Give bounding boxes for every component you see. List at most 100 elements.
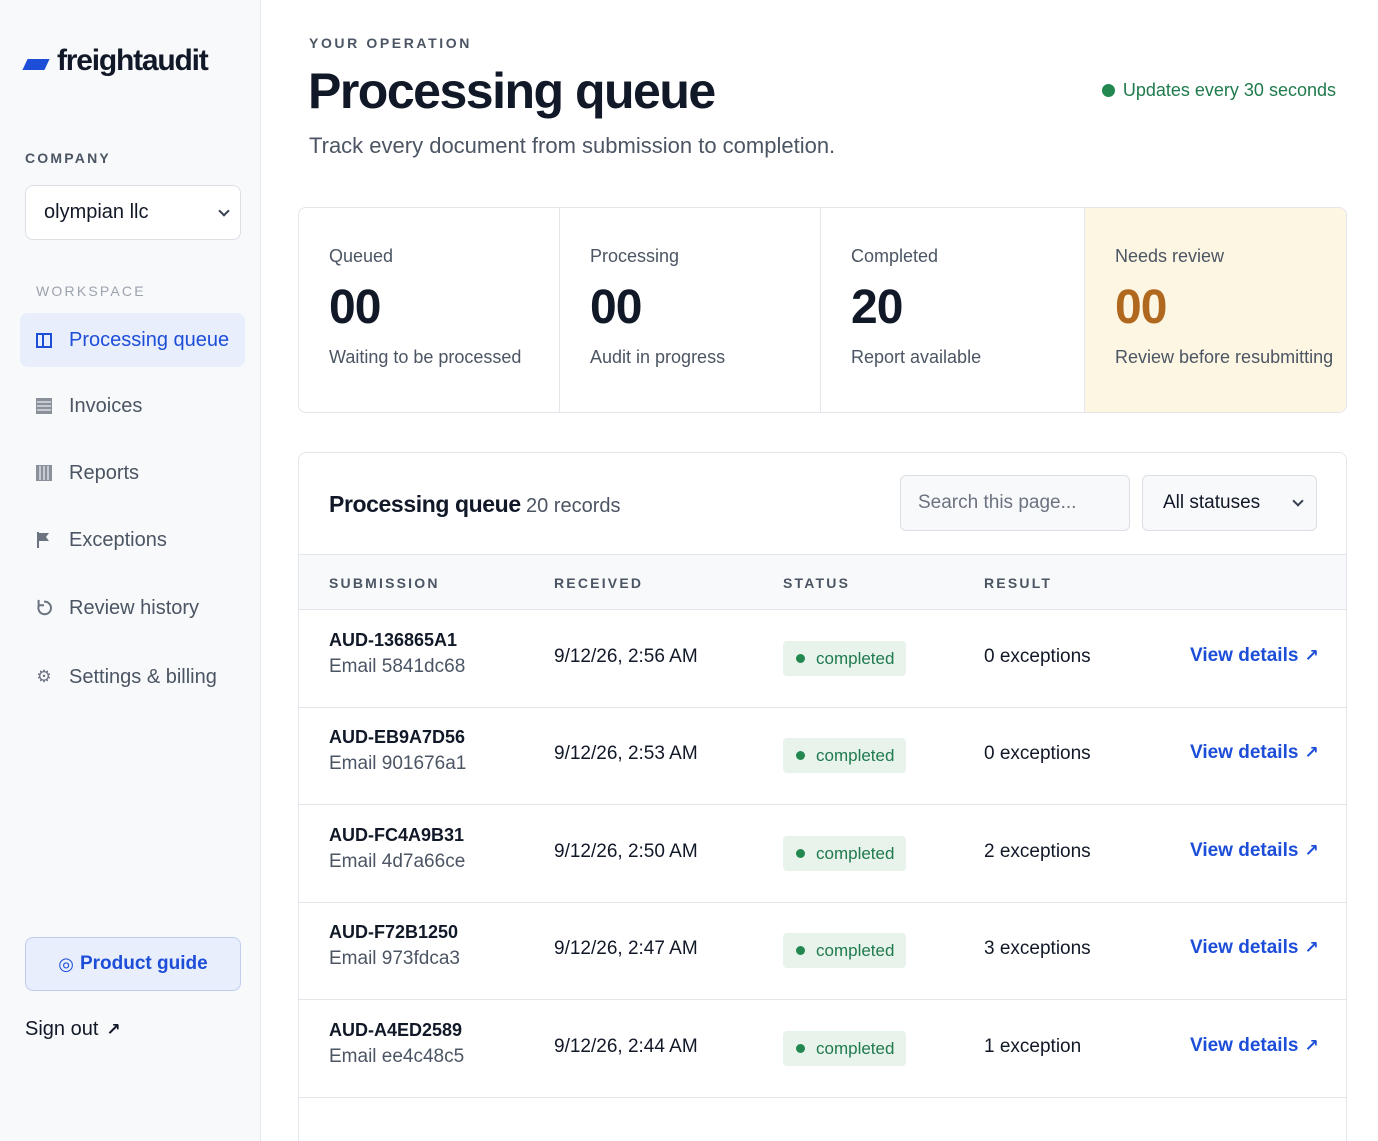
stat-value: 00 [1115, 281, 1167, 334]
stat-description: Review before resubmitting [1115, 347, 1334, 367]
external-arrow-icon: ↗ [106, 1019, 121, 1039]
status-badge: completed [783, 836, 907, 871]
page-title: Processing queue [308, 63, 716, 119]
sidebar-item-label: Processing queue [69, 328, 230, 351]
sign-out-label: Sign out [25, 1018, 99, 1040]
view-details-label: View details [1190, 1035, 1299, 1056]
external-arrow-icon: ↗ [1304, 841, 1319, 860]
live-status-dot-icon [1101, 84, 1115, 97]
page-subtitle: Track every document from submission to … [309, 133, 836, 158]
search-input[interactable] [900, 475, 1130, 531]
sidebar-item-label: Exceptions [69, 528, 167, 551]
status-dot-icon [796, 654, 805, 663]
status-dot-icon [796, 751, 805, 760]
submission-id: AUD-A4ED2589 [329, 1020, 463, 1040]
invoice-icon [35, 397, 53, 415]
sign-out-link[interactable]: Sign out ↗ [25, 1018, 121, 1041]
status-dot-icon [796, 946, 805, 955]
company-label: COMPANY [25, 150, 111, 166]
submission-source: Email 5841dc68 [329, 656, 466, 677]
company-select[interactable]: olympian llc [25, 185, 241, 240]
sidebar-item-processing-queue[interactable]: Processing queue [20, 313, 245, 367]
live-update-text: Updates every 30 seconds [1122, 80, 1336, 100]
sidebar: freightaudit COMPANY olympian llc WORKSP… [0, 0, 261, 1141]
logo-mark-icon [22, 58, 50, 70]
status-text: completed [816, 843, 895, 863]
sidebar-item-reports[interactable]: Reports [20, 446, 245, 500]
status-text: completed [816, 940, 895, 960]
view-details-label: View details [1190, 840, 1299, 861]
sidebar-item-invoices[interactable]: Invoices [20, 379, 245, 433]
status-filter-value: All statuses [1163, 492, 1261, 513]
stat-card-needs-review: Needs review 00 Review before resubmitti… [1085, 208, 1346, 412]
result-text: 0 exceptions [984, 743, 1091, 764]
chevron-down-icon [218, 204, 230, 217]
stat-label: Completed [851, 246, 939, 266]
submission-source: Email 901676a1 [329, 753, 467, 774]
external-arrow-icon: ↗ [1304, 646, 1319, 665]
product-guide-button[interactable]: ◎ Product guide [25, 937, 241, 991]
submission-cell: AUD-A4ED2589 Email ee4c48c5 [329, 1020, 464, 1068]
submission-source: Email 4d7a66ce [329, 851, 466, 872]
workspace-label: WORKSPACE [36, 283, 146, 299]
stat-label: Processing [590, 246, 680, 266]
submission-id: AUD-EB9A7D56 [329, 727, 466, 747]
view-details-link[interactable]: View details ↗ [1190, 840, 1319, 862]
table-row: AUD-F72B1250 Email 973fdca3 9/12/26, 2:47 … [299, 902, 1346, 1000]
stat-card-completed: Completed 20 Report available [821, 208, 1085, 412]
panel-icon [35, 331, 53, 349]
result-text: 0 exceptions [984, 646, 1091, 667]
status-text: completed [816, 1038, 895, 1058]
stat-card-processing: Processing 00 Audit in progress [560, 208, 821, 412]
submission-id: AUD-F72B1250 [329, 922, 459, 942]
view-details-link[interactable]: View details ↗ [1190, 937, 1319, 959]
sidebar-item-review-history[interactable]: Review history [20, 581, 245, 635]
sidebar-item-settings-billing[interactable]: ⚙ Settings & billing [20, 650, 245, 704]
queue-title: Processing queue [329, 491, 521, 517]
status-dot-icon [796, 1044, 805, 1053]
brand-logo[interactable]: freightaudit [22, 44, 209, 78]
received-time: 9/12/26, 2:47 AM [554, 938, 698, 959]
submission-source: Email 973fdca3 [329, 948, 460, 969]
stat-description: Report available [851, 347, 982, 367]
sidebar-item-exceptions[interactable]: Exceptions [20, 513, 245, 567]
submission-source: Email ee4c48c5 [329, 1046, 465, 1067]
status-filter-select[interactable]: All statuses [1142, 475, 1317, 531]
table-row: AUD-136865A1 Email 5841dc68 9/12/26, 2:56 … [299, 610, 1346, 708]
column-header-submission: SUBMISSION [329, 575, 440, 591]
sidebar-item-label: Settings & billing [69, 665, 217, 688]
column-header-result: RESULT [984, 575, 1053, 591]
view-details-label: View details [1190, 937, 1299, 958]
external-arrow-icon: ↗ [1304, 1036, 1319, 1055]
result-text: 1 exception [984, 1036, 1082, 1057]
sidebar-item-label: Reports [69, 461, 140, 484]
product-guide-label: Product guide [79, 953, 208, 974]
submission-id: AUD-136865A1 [329, 630, 458, 650]
received-time: 9/12/26, 2:50 AM [554, 841, 698, 862]
company-select-value: olympian llc [44, 201, 149, 223]
status-badge: completed [783, 738, 907, 773]
result-text: 3 exceptions [984, 938, 1091, 959]
view-details-link[interactable]: View details ↗ [1190, 645, 1319, 667]
stat-value: 00 [329, 281, 381, 334]
result-text: 2 exceptions [984, 841, 1091, 862]
submission-id: AUD-FC4A9B31 [329, 825, 465, 845]
brand-name: freightaudit [57, 44, 209, 77]
status-text: completed [816, 745, 895, 765]
status-badge: completed [783, 641, 907, 676]
stat-label: Queued [329, 246, 394, 266]
table-row: AUD-FC4A9B31 Email 4d7a66ce 9/12/26, 2:50 … [299, 805, 1346, 903]
stat-description: Audit in progress [590, 347, 726, 367]
sidebar-item-label: Invoices [69, 394, 143, 417]
gear-icon: ⚙ [36, 667, 52, 686]
submission-cell: AUD-136865A1 Email 5841dc68 [329, 630, 465, 678]
column-header-status: STATUS [783, 575, 851, 591]
view-details-link[interactable]: View details ↗ [1190, 1035, 1319, 1057]
received-time: 9/12/26, 2:53 AM [554, 743, 698, 764]
stat-card-queued: Queued 00 Waiting to be processed [299, 208, 560, 412]
guide-icon: ◎ [58, 953, 74, 974]
view-details-link[interactable]: View details ↗ [1190, 742, 1319, 764]
status-badge: completed [783, 1031, 907, 1066]
view-details-label: View details [1190, 645, 1299, 666]
status-badge: completed [783, 933, 907, 968]
